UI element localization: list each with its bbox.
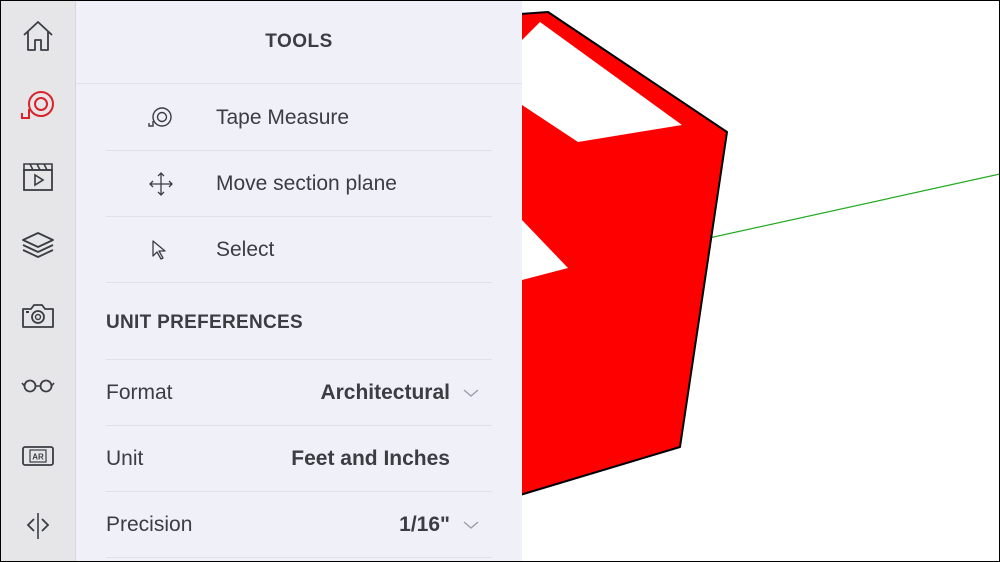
left-toolbar: AR <box>0 0 76 562</box>
pref-precision[interactable]: Precision 1/16" <box>106 491 492 557</box>
section-plane-button[interactable] <box>0 498 76 554</box>
home-icon <box>23 21 53 51</box>
layers-button[interactable] <box>0 218 76 274</box>
camera-icon <box>22 304 54 328</box>
svg-text:AR: AR <box>32 453 44 462</box>
pref-value: 1/16" <box>399 512 450 536</box>
glasses-icon <box>21 379 55 393</box>
chevron-down-icon[interactable] <box>450 520 492 530</box>
ar-button[interactable]: AR <box>0 428 76 484</box>
pref-label: Precision <box>106 512 193 536</box>
tools-panel: TOOLS Tape Measure Move section plane Se… <box>76 0 522 562</box>
tape-measure-icon <box>21 91 54 119</box>
tool-move-section-plane[interactable]: Move section plane <box>106 151 492 217</box>
tool-label: Select <box>216 237 275 261</box>
layers-icon <box>22 232 54 258</box>
tool-label: Tape Measure <box>216 105 350 129</box>
chevron-down-icon[interactable] <box>450 388 492 398</box>
tool-select[interactable]: Select <box>106 217 492 283</box>
green-axis-line <box>699 173 1000 241</box>
pref-value: Feet and Inches <box>291 446 450 470</box>
pref-divider <box>106 557 492 562</box>
home-button[interactable] <box>0 8 76 64</box>
cursor-arrow-icon <box>106 239 216 261</box>
pref-label: Unit <box>106 446 144 470</box>
pref-label: Format <box>106 380 173 404</box>
tape-measure-icon <box>106 106 216 129</box>
move-arrows-icon <box>106 171 216 196</box>
tool-tape-measure[interactable]: Tape Measure <box>106 85 492 151</box>
pref-value: Architectural <box>320 380 450 404</box>
section-plane-icon <box>26 513 50 539</box>
panel-header: TOOLS <box>76 0 522 84</box>
viewing-glasses-button[interactable] <box>0 358 76 414</box>
pref-unit[interactable]: Unit Feet and Inches <box>106 425 492 491</box>
unit-preferences-heading: UNIT PREFERENCES <box>106 312 303 333</box>
tape-measure-button[interactable] <box>0 78 76 134</box>
tool-label: Move section plane <box>216 171 397 195</box>
camera-button[interactable] <box>0 288 76 344</box>
ar-icon: AR <box>22 446 54 466</box>
panel-title: TOOLS <box>265 30 333 52</box>
pref-format[interactable]: Format Architectural <box>106 359 492 425</box>
clapperboard-play-icon <box>23 163 53 191</box>
scenes-button[interactable] <box>0 148 76 204</box>
